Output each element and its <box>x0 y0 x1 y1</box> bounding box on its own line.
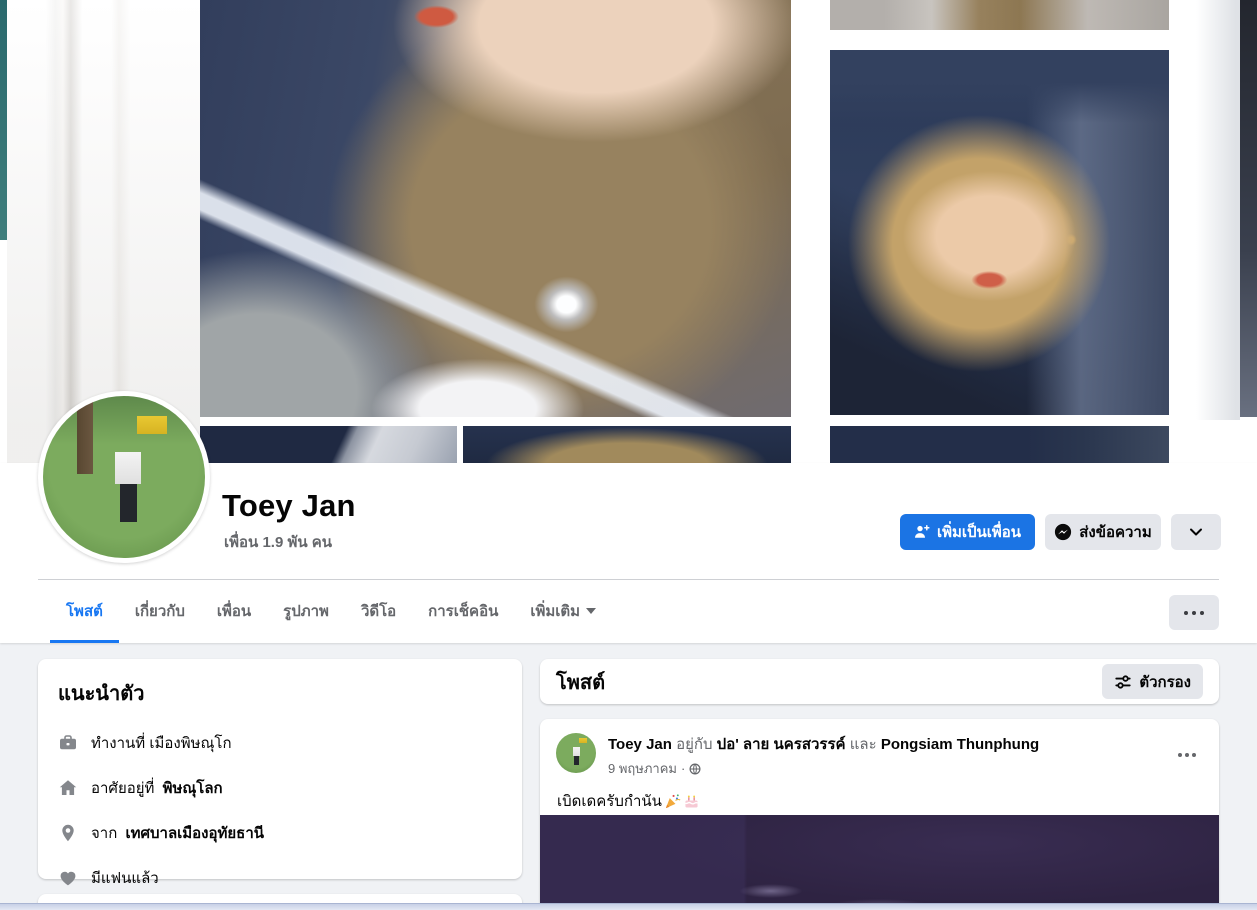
post-connector-and: และ <box>849 736 877 753</box>
ellipsis-icon <box>1192 610 1196 615</box>
window-bottom-scrollbar[interactable] <box>0 903 1257 910</box>
tab-videos[interactable]: วิดีโอ <box>345 581 412 643</box>
chevron-down-icon <box>586 607 597 614</box>
intro-work-row: ทำงานที่ เมืองพิษณุโก <box>58 731 502 755</box>
add-friend-label: เพิ่มเป็นเพื่อน <box>936 524 1022 541</box>
cover-photo-right-edge <box>1196 0 1240 420</box>
posts-filter-label: ตัวกรอง <box>1139 673 1191 691</box>
birthday-cake-emoji <box>683 793 700 810</box>
post-timestamp-link[interactable]: 9 พฤษภาคม · <box>608 758 701 779</box>
post-text: เบิดเดครับกำนัน <box>557 789 700 813</box>
intro-title: แนะนำตัว <box>58 683 145 705</box>
post-author-link[interactable]: Toey Jan <box>608 736 672 753</box>
cover-photo-bottom-left[interactable] <box>200 426 457 463</box>
send-message-label: ส่งข้อความ <box>1079 524 1152 541</box>
tab-friends[interactable]: เพื่อน <box>201 581 267 643</box>
profile-tabs-bar: โพสต์ เกี่ยวกับ เพื่อน รูปภาพ วิดีโอ การ… <box>38 579 1219 643</box>
post-author-avatar[interactable] <box>556 733 596 773</box>
intro-lives-row: อาศัยอยู่ที่ พิษณุโลก <box>58 776 502 800</box>
person-add-icon <box>914 524 930 540</box>
facebook-profile-page: Toey Jan เพื่อน 1.9 พัน คน เพิ่มเป็นเพื่… <box>0 0 1257 910</box>
posts-section-title: โพสต์ <box>556 671 606 694</box>
chevron-down-icon <box>1188 524 1204 540</box>
cover-photo-bottom-middle[interactable] <box>463 426 791 463</box>
cover-photo-right-dark-edge <box>1240 0 1257 417</box>
intro-lives-prefix: อาศัยอยู่ที่ <box>91 780 155 797</box>
post-separator: · <box>681 761 686 776</box>
profile-more-actions-button[interactable] <box>1171 514 1221 550</box>
intro-from-prefix: จาก <box>91 825 118 842</box>
party-popper-emoji <box>664 793 681 810</box>
post-card: Toey Jan อยู่กับ ปอ' ลาย นครสวรรค์ และ P… <box>540 719 1219 910</box>
home-icon <box>58 778 78 798</box>
intro-relationship-text: มีแฟนแล้ว <box>91 870 159 887</box>
tab-checkins[interactable]: การเช็คอิน <box>412 581 514 643</box>
post-connector-with: อยู่กับ <box>676 736 713 753</box>
page-title: Toey Jan <box>222 488 356 523</box>
post-tagged-person-2-link[interactable]: Pongsiam Thunphung <box>881 736 1039 753</box>
post-timestamp: 9 พฤษภาคม <box>608 761 677 776</box>
posts-filter-button[interactable]: ตัวกรอง <box>1102 664 1203 699</box>
intro-from-place-link[interactable]: เทศบาลเมืองอุทัยธานี <box>125 825 264 842</box>
send-message-button[interactable]: ส่งข้อความ <box>1045 514 1161 550</box>
profile-picture-image <box>43 396 205 558</box>
cover-photo-right-top[interactable] <box>830 0 1169 30</box>
intro-relationship-row: มีแฟนแล้ว <box>58 866 502 890</box>
tab-posts[interactable]: โพสต์ <box>50 581 119 643</box>
location-pin-icon <box>58 823 78 843</box>
tab-photos[interactable]: รูปภาพ <box>267 581 345 643</box>
briefcase-icon <box>58 733 78 753</box>
add-friend-button[interactable]: เพิ่มเป็นเพื่อน <box>900 514 1035 550</box>
cover-photo-bottom-right[interactable] <box>830 426 1169 463</box>
post-tagged-person-1-link[interactable]: ปอ' ลาย นครสวรรค์ <box>717 736 846 753</box>
cover-photo-edge-teal <box>0 0 7 240</box>
friends-count-link[interactable]: เพื่อน 1.9 พัน คน <box>224 530 332 554</box>
tab-about[interactable]: เกี่ยวกับ <box>119 581 201 643</box>
post-attached-photo[interactable] <box>540 815 1219 910</box>
messenger-icon <box>1054 523 1072 541</box>
globe-icon <box>689 762 701 775</box>
cover-photo-collage[interactable] <box>0 0 1257 463</box>
filter-sliders-icon <box>1114 673 1132 691</box>
posts-section-header: โพสต์ ตัวกรอง <box>540 659 1219 704</box>
intro-work-text: ทำงานที่ เมืองพิษณุโก <box>91 735 232 752</box>
tabs-overflow-button[interactable] <box>1169 595 1219 630</box>
profile-picture[interactable] <box>38 391 210 563</box>
tab-more[interactable]: เพิ่มเติม <box>514 581 612 643</box>
heart-icon <box>58 868 78 888</box>
cover-photo-selfie-large[interactable] <box>200 0 791 417</box>
intro-card: แนะนำตัว ทำงานที่ เมืองพิษณุโก อาศัยอยู่… <box>38 659 522 887</box>
post-menu-button[interactable] <box>1169 737 1205 773</box>
post-headline: Toey Jan อยู่กับ ปอ' ลาย นครสวรรค์ และ P… <box>608 735 1169 754</box>
intro-lives-place-link[interactable]: พิษณุโลก <box>163 780 223 797</box>
intro-from-row: จาก เทศบาลเมืองอุทัยธานี <box>58 821 502 845</box>
cover-photo-right-night-selfie[interactable] <box>830 50 1169 415</box>
ellipsis-icon <box>1185 753 1189 757</box>
